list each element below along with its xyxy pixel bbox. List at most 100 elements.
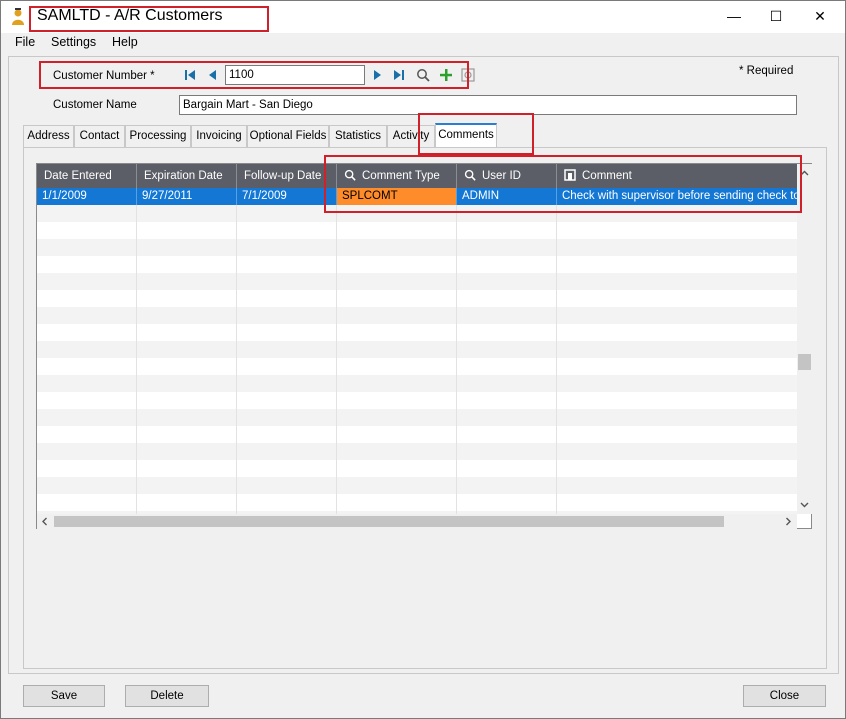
empty-cell[interactable] xyxy=(557,358,797,375)
empty-cell[interactable] xyxy=(137,375,237,392)
empty-table-row[interactable] xyxy=(37,392,797,409)
empty-cell[interactable] xyxy=(37,290,137,307)
empty-cell[interactable] xyxy=(457,358,557,375)
chevron-left-icon[interactable] xyxy=(38,515,52,528)
empty-cell[interactable] xyxy=(457,392,557,409)
empty-cell[interactable] xyxy=(557,392,797,409)
menu-file[interactable]: File xyxy=(15,35,35,49)
maximize-button[interactable]: ☐ xyxy=(753,1,799,31)
empty-table-row[interactable] xyxy=(37,324,797,341)
horizontal-scroll-thumb[interactable] xyxy=(54,516,724,527)
empty-cell[interactable] xyxy=(237,222,337,239)
delete-button[interactable]: Delete xyxy=(125,685,209,707)
empty-cell[interactable] xyxy=(557,256,797,273)
empty-cell[interactable] xyxy=(237,426,337,443)
empty-cell[interactable] xyxy=(557,222,797,239)
empty-cell[interactable] xyxy=(237,358,337,375)
vertical-scroll-thumb[interactable] xyxy=(798,354,811,370)
empty-cell[interactable] xyxy=(457,426,557,443)
empty-table-row[interactable] xyxy=(37,375,797,392)
empty-cell[interactable] xyxy=(237,290,337,307)
empty-cell[interactable] xyxy=(237,460,337,477)
empty-cell[interactable] xyxy=(337,290,457,307)
empty-cell[interactable] xyxy=(337,426,457,443)
vertical-scrollbar[interactable] xyxy=(797,188,812,514)
empty-cell[interactable] xyxy=(37,341,137,358)
empty-cell[interactable] xyxy=(37,426,137,443)
empty-table-row[interactable] xyxy=(37,358,797,375)
empty-cell[interactable] xyxy=(557,494,797,511)
chevron-down-icon[interactable] xyxy=(797,498,812,512)
empty-cell[interactable] xyxy=(557,460,797,477)
empty-cell[interactable] xyxy=(457,477,557,494)
empty-cell[interactable] xyxy=(557,239,797,256)
empty-table-row[interactable] xyxy=(37,256,797,273)
close-button[interactable]: Close xyxy=(743,685,826,707)
empty-cell[interactable] xyxy=(37,392,137,409)
column-header-date-entered[interactable]: Date Entered xyxy=(37,164,137,188)
empty-cell[interactable] xyxy=(137,205,237,222)
empty-cell[interactable] xyxy=(557,290,797,307)
empty-cell[interactable] xyxy=(337,477,457,494)
empty-cell[interactable] xyxy=(457,460,557,477)
empty-cell[interactable] xyxy=(137,494,237,511)
empty-cell[interactable] xyxy=(237,375,337,392)
empty-cell[interactable] xyxy=(137,222,237,239)
menu-settings[interactable]: Settings xyxy=(51,35,96,49)
empty-cell[interactable] xyxy=(137,273,237,290)
empty-cell[interactable] xyxy=(37,358,137,375)
empty-cell[interactable] xyxy=(237,307,337,324)
cell-date-entered[interactable]: 1/1/2009 xyxy=(37,188,137,205)
empty-cell[interactable] xyxy=(237,256,337,273)
empty-cell[interactable] xyxy=(557,477,797,494)
empty-cell[interactable] xyxy=(557,324,797,341)
tab-contact[interactable]: Contact xyxy=(74,125,125,147)
horizontal-scrollbar[interactable] xyxy=(37,514,797,529)
menu-help[interactable]: Help xyxy=(112,35,138,49)
empty-cell[interactable] xyxy=(337,239,457,256)
empty-cell[interactable] xyxy=(237,324,337,341)
empty-cell[interactable] xyxy=(457,273,557,290)
chevron-right-icon[interactable] xyxy=(781,515,795,528)
empty-table-row[interactable] xyxy=(37,460,797,477)
empty-cell[interactable] xyxy=(337,273,457,290)
empty-cell[interactable] xyxy=(137,460,237,477)
empty-cell[interactable] xyxy=(237,205,337,222)
empty-cell[interactable] xyxy=(337,256,457,273)
empty-table-row[interactable] xyxy=(37,443,797,460)
empty-cell[interactable] xyxy=(457,256,557,273)
empty-cell[interactable] xyxy=(37,477,137,494)
empty-table-row[interactable] xyxy=(37,409,797,426)
empty-cell[interactable] xyxy=(137,477,237,494)
empty-cell[interactable] xyxy=(137,256,237,273)
empty-cell[interactable] xyxy=(37,460,137,477)
empty-cell[interactable] xyxy=(37,443,137,460)
empty-cell[interactable] xyxy=(337,222,457,239)
empty-cell[interactable] xyxy=(457,341,557,358)
empty-cell[interactable] xyxy=(137,307,237,324)
tab-address[interactable]: Address xyxy=(23,125,74,147)
empty-cell[interactable] xyxy=(557,426,797,443)
tab-statistics[interactable]: Statistics xyxy=(329,125,387,147)
empty-cell[interactable] xyxy=(37,239,137,256)
empty-cell[interactable] xyxy=(137,426,237,443)
empty-cell[interactable] xyxy=(37,409,137,426)
empty-table-row[interactable] xyxy=(37,239,797,256)
close-window-button[interactable]: ✕ xyxy=(797,1,843,31)
empty-table-row[interactable] xyxy=(37,341,797,358)
empty-cell[interactable] xyxy=(237,477,337,494)
empty-cell[interactable] xyxy=(457,409,557,426)
empty-cell[interactable] xyxy=(37,205,137,222)
empty-cell[interactable] xyxy=(557,273,797,290)
empty-cell[interactable] xyxy=(237,494,337,511)
cell-follow-up-date[interactable]: 7/1/2009 xyxy=(237,188,337,205)
empty-cell[interactable] xyxy=(557,443,797,460)
cell-expiration-date[interactable]: 9/27/2011 xyxy=(137,188,237,205)
empty-cell[interactable] xyxy=(137,409,237,426)
empty-cell[interactable] xyxy=(137,392,237,409)
minimize-button[interactable]: — xyxy=(711,1,757,31)
tab-invoicing[interactable]: Invoicing xyxy=(191,125,247,147)
empty-cell[interactable] xyxy=(457,494,557,511)
empty-table-row[interactable] xyxy=(37,494,797,511)
empty-table-row[interactable] xyxy=(37,222,797,239)
